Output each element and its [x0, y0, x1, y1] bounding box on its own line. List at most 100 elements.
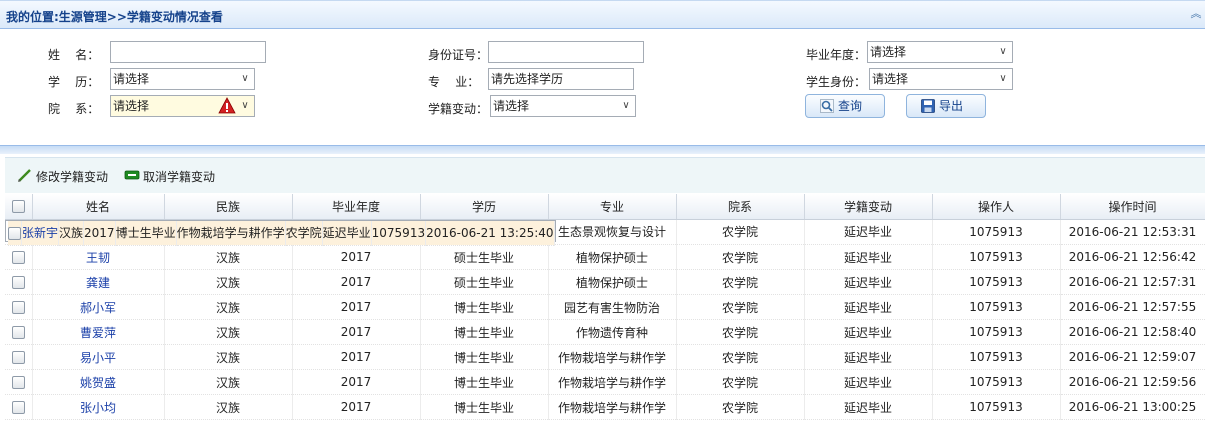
cell-department: 农学院 — [676, 294, 805, 320]
cell-major: 作物栽培学与耕作学 — [176, 220, 286, 246]
row-checkbox[interactable] — [11, 351, 25, 364]
cell-major: 作物栽培学与耕作学 — [548, 369, 677, 395]
major-label: 专 业： — [428, 75, 480, 89]
cell-ethnicity: 汉族 — [164, 319, 293, 345]
dept-value: 请选择 — [113, 99, 150, 113]
row-checkbox-cell[interactable] — [5, 244, 33, 270]
cell-degree: 博士生毕业 — [420, 319, 549, 345]
idcard-label: 身份证号： — [428, 48, 489, 62]
cell-operator: 1075913 — [932, 394, 1061, 420]
table-row[interactable]: 曹爱萍 汉族 2017 博士生毕业 作物遗传育种 农学院 延迟毕业 1075913 2016-0… — [5, 319, 1205, 345]
table-row[interactable]: 张小均 汉族 2017 博士生毕业 作物栽培学与耕作学 农学院 延迟毕业 1075913 201… — [5, 394, 1205, 420]
column-header-major[interactable]: 专业 — [548, 194, 677, 220]
row-checkbox-cell[interactable] — [5, 319, 33, 345]
cell-grad-year: 2017 — [292, 244, 421, 270]
cell-operate-time: 2016-06-21 12:57:31 — [1060, 269, 1205, 295]
cell-department: 农学院 — [676, 369, 805, 395]
degree-select[interactable]: 请选择 ∨ — [110, 68, 255, 90]
table-row[interactable]: 易小平 汉族 2017 博士生毕业 作物栽培学与耕作学 农学院 延迟毕业 1075913 201… — [5, 344, 1205, 370]
row-checkbox[interactable] — [11, 301, 25, 314]
cell-major: 作物遗传育种 — [548, 319, 677, 345]
cell-status-change: 延迟毕业 — [804, 319, 933, 345]
column-header-department[interactable]: 院系 — [676, 194, 805, 220]
cancel-change-label: 取消学籍变动 — [143, 170, 216, 184]
cell-status-change: 延迟毕业 — [804, 219, 933, 245]
row-checkbox[interactable] — [11, 376, 25, 389]
cell-name[interactable]: 曹爱萍 — [32, 319, 165, 345]
row-checkbox-cell[interactable] — [5, 394, 33, 420]
column-header-grad-year[interactable]: 毕业年度 — [292, 194, 421, 220]
cell-operate-time: 2016-06-21 12:59:07 — [1060, 344, 1205, 370]
cell-operate-time: 2016-06-21 13:25:40 — [425, 220, 555, 246]
row-checkbox[interactable] — [11, 401, 25, 414]
save-disk-icon — [921, 99, 935, 113]
cell-grad-year: 2017 — [292, 344, 421, 370]
idcard-input[interactable] — [488, 41, 644, 63]
dept-label: 院 系： — [48, 102, 100, 116]
cell-department: 农学院 — [285, 220, 323, 246]
column-header-status-change[interactable]: 学籍变动 — [804, 194, 933, 220]
identity-select[interactable]: 请选择 ∨ — [869, 68, 1013, 90]
cell-name[interactable]: 易小平 — [32, 344, 165, 370]
major-input[interactable]: 请先选择学历 — [488, 68, 634, 90]
select-all-checkbox[interactable] — [11, 200, 25, 214]
cell-major: 植物保护硕士 — [548, 244, 677, 270]
cell-status-change: 延迟毕业 — [804, 244, 933, 270]
cell-name[interactable]: 龚建 — [32, 269, 165, 295]
cell-grad-year: 2017 — [292, 369, 421, 395]
cell-name[interactable]: 郝小军 — [32, 294, 165, 320]
identity-label: 学生身份： — [806, 75, 867, 89]
gradyear-select[interactable]: 请选择 ∨ — [867, 41, 1013, 63]
cancel-change-button[interactable]: 取消学籍变动 — [124, 168, 224, 184]
row-checkbox-cell[interactable] — [5, 269, 33, 295]
gradyear-label: 毕业年度： — [806, 48, 867, 62]
table-row[interactable]: 郝小军 汉族 2017 博士生毕业 园艺有害生物防治 农学院 延迟毕业 1075913 2016… — [5, 294, 1205, 320]
column-header-operate-time[interactable]: 操作时间 — [1060, 194, 1205, 220]
edit-change-label: 修改学籍变动 — [36, 170, 109, 184]
cell-operate-time: 2016-06-21 12:59:56 — [1060, 369, 1205, 395]
column-header-operator[interactable]: 操作人 — [932, 194, 1061, 220]
cell-ethnicity: 汉族 — [164, 269, 293, 295]
gradyear-value: 请选择 — [870, 45, 907, 59]
cell-ethnicity: 汉族 — [164, 344, 293, 370]
table-row[interactable]: 姚贺盛 汉族 2017 博士生毕业 作物栽培学与耕作学 农学院 延迟毕业 1075913 201… — [5, 369, 1205, 395]
table-row[interactable]: 龚建 汉族 2017 硕士生毕业 植物保护硕士 农学院 延迟毕业 1075913 2016-06… — [5, 269, 1205, 295]
cell-status-change: 延迟毕业 — [804, 369, 933, 395]
breadcrumb: 我的位置:生源管理>>学籍变动情况查看 — [6, 10, 223, 24]
cell-grad-year: 2017 — [292, 319, 421, 345]
row-checkbox-cell[interactable] — [5, 294, 33, 320]
table-row[interactable]: 张新宇 汉族 2017 博士生毕业 作物栽培学与耕作学 农学院 延迟毕业 1075913 201… — [5, 219, 556, 246]
change-select[interactable]: 请选择 ∨ — [490, 95, 636, 117]
column-header-ethnicity[interactable]: 民族 — [164, 194, 293, 220]
cell-name[interactable]: 张新宇 — [21, 220, 60, 246]
edit-change-button[interactable]: 修改学籍变动 — [17, 168, 117, 184]
cell-name[interactable]: 张小均 — [32, 394, 165, 420]
cell-degree: 博士生毕业 — [420, 369, 549, 395]
pencil-icon — [18, 169, 31, 182]
row-checkbox[interactable] — [8, 226, 21, 240]
row-checkbox-cell[interactable] — [8, 220, 22, 246]
row-checkbox[interactable] — [11, 326, 25, 339]
cell-operate-time: 2016-06-21 12:58:40 — [1060, 319, 1205, 345]
column-header-name[interactable]: 姓名 — [32, 194, 165, 220]
name-input[interactable] — [110, 41, 266, 63]
select-all-cell[interactable] — [5, 194, 33, 220]
cell-grad-year: 2017 — [83, 220, 116, 246]
row-checkbox[interactable] — [11, 276, 25, 289]
cell-name[interactable]: 王韧 — [32, 244, 165, 270]
cell-degree: 博士生毕业 — [420, 344, 549, 370]
change-value: 请选择 — [493, 99, 530, 113]
row-checkbox[interactable] — [11, 251, 25, 264]
table-row[interactable]: 王韧 汉族 2017 硕士生毕业 植物保护硕士 农学院 延迟毕业 1075913 2016-06… — [5, 244, 1205, 270]
column-header-degree[interactable]: 学历 — [420, 194, 549, 220]
cell-department: 农学院 — [676, 394, 805, 420]
dept-select[interactable]: 请选择 ∨ — [110, 95, 255, 117]
row-checkbox-cell[interactable] — [5, 369, 33, 395]
cell-operate-time: 2016-06-21 12:57:55 — [1060, 294, 1205, 320]
export-button[interactable]: 导出 — [906, 94, 986, 118]
row-checkbox-cell[interactable] — [5, 344, 33, 370]
cell-name[interactable]: 姚贺盛 — [32, 369, 165, 395]
collapse-icon[interactable]: ︽ — [1189, 7, 1203, 21]
query-button[interactable]: 查询 — [805, 94, 885, 118]
cell-status-change: 延迟毕业 — [804, 344, 933, 370]
